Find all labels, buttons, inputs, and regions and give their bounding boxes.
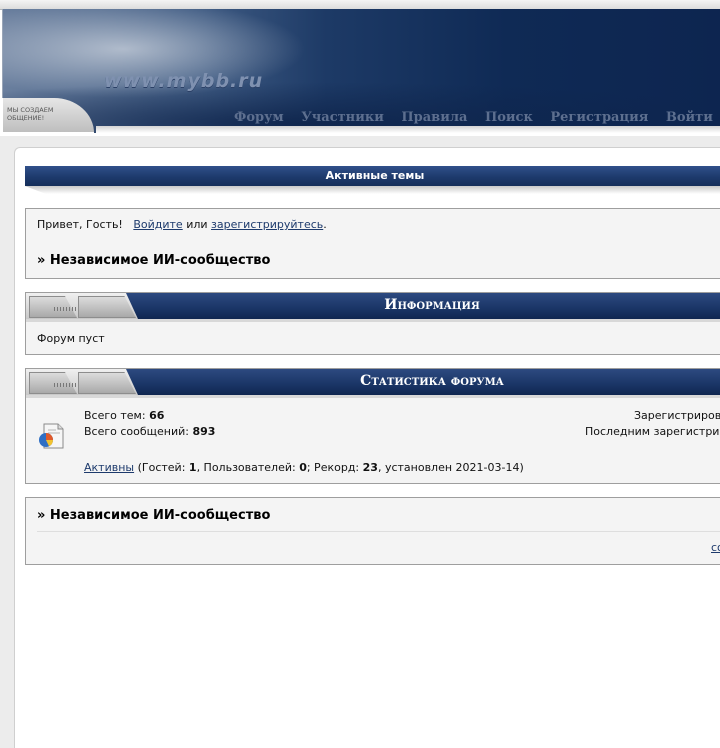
stats-panel: Статистика форума Всего тем: 66 Всего со… xyxy=(25,368,720,484)
topics-label: Всего тем: xyxy=(84,409,146,422)
stats-registered: Зарегистриров xyxy=(634,409,720,422)
slogan-text: МЫ СОЗДАЕМ ОБЩЕНИЕ! xyxy=(7,106,54,122)
forum-title: » Независимое ИИ-сообщество xyxy=(37,253,271,268)
welcome-line: Привет, Гость! Войдите или зарегистрируй… xyxy=(37,218,327,231)
register-link[interactable]: зарегистрируйтесь xyxy=(211,218,323,231)
active-topics-shadow xyxy=(25,186,720,194)
topics-value: 66 xyxy=(149,409,165,422)
welcome-dot: . xyxy=(323,218,327,231)
greeting-text: Привет, Гость! xyxy=(37,218,123,231)
site-url-logo[interactable]: www.mybb.ru xyxy=(104,70,263,92)
stats-posts: Всего сообщений: 893 xyxy=(84,425,215,438)
active-users-link[interactable]: Активны xyxy=(84,461,134,474)
info-header: Информация xyxy=(26,293,720,322)
footer-forum-title: » Независимое ИИ-сообщество xyxy=(37,508,271,523)
stats-chart-icon xyxy=(39,423,64,449)
online-guests: 1 xyxy=(188,461,197,474)
record-value: 23 xyxy=(362,461,378,474)
nav-forum[interactable]: Форум xyxy=(234,110,284,125)
nav-rules[interactable]: Правила xyxy=(401,110,467,125)
nav-search[interactable]: Поиск xyxy=(485,110,533,125)
main-nav: Форум Участники Правила Поиск Регистраци… xyxy=(234,110,720,128)
active-topics-bar[interactable]: Активные темы xyxy=(25,166,720,186)
site-header: www.mybb.ru МЫ СОЗДАЕМ ОБЩЕНИЕ! Форум Уч… xyxy=(0,0,720,136)
footer-right-link[interactable]: со xyxy=(711,541,720,554)
online-users: 0 xyxy=(299,461,307,474)
info-panel: Информация Форум пуст xyxy=(25,292,720,355)
nav-login[interactable]: Войти xyxy=(666,110,713,125)
nav-register[interactable]: Регистрация xyxy=(550,110,648,125)
footer-panel: » Независимое ИИ-сообщество со xyxy=(25,497,720,565)
or-text: или xyxy=(186,218,208,231)
nav-members[interactable]: Участники xyxy=(301,110,384,125)
stats-header: Статистика форума xyxy=(26,369,720,398)
login-link[interactable]: Войдите xyxy=(133,218,182,231)
info-title: Информация xyxy=(384,297,480,313)
stats-online: Активны (Гостей: 1, Пользователей: 0; Ре… xyxy=(84,461,524,474)
stats-last-registered: Последним зарегистрир xyxy=(585,425,720,438)
welcome-panel: Привет, Гость! Войдите или зарегистрируй… xyxy=(25,208,720,279)
stats-topics: Всего тем: 66 xyxy=(84,409,164,422)
info-header-tabs xyxy=(26,293,138,319)
stats-header-tabs xyxy=(26,369,138,395)
posts-label: Всего сообщений: xyxy=(84,425,189,438)
info-text: Форум пуст xyxy=(37,332,105,345)
posts-value: 893 xyxy=(192,425,216,438)
stats-title: Статистика форума xyxy=(360,373,504,389)
footer-separator xyxy=(37,531,720,532)
